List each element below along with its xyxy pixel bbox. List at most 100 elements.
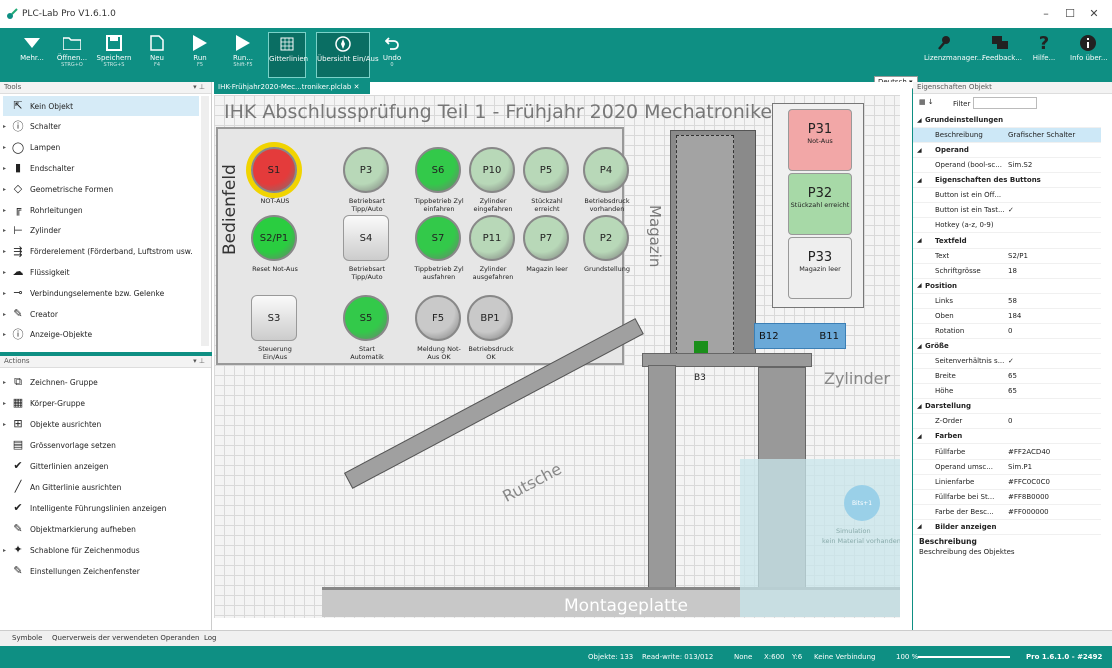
new-button[interactable]: Neu F4 [140,32,174,78]
expand-icon[interactable]: ▸ [3,144,11,151]
action-item[interactable]: ▸ ⧉ Zeichnen- Gruppe [3,372,199,392]
action-item[interactable]: ╱ An Gitterlinie ausrichten [3,477,199,497]
expand-icon[interactable]: ▸ [3,186,11,193]
action-item[interactable]: ▸ ▦ Körper-Gruppe [3,393,199,413]
info-button[interactable]: Info über... [1070,32,1108,78]
tool-item[interactable]: ▸ ⇶ Förderelement (Förderband, Luftstrom u… [3,242,199,262]
tools-scrollbar[interactable] [201,96,209,346]
panel-button-P2[interactable]: P2 [583,215,629,261]
action-item[interactable]: ▸ ✦ Schablone für Zeichenmodus [3,540,199,560]
panel-button-S7[interactable]: S7 [415,215,461,261]
tool-item[interactable]: ▸ ⊸ Verbindungselemente bzw. Gelenke [3,283,199,303]
tool-item[interactable]: ▸ ╔ Rohrleitungen [3,200,199,220]
property-row[interactable]: ◢ Darstellung [913,399,1101,415]
property-row[interactable]: ◢ Bilder anzeigen [913,520,1101,535]
panel-button-P5[interactable]: P5 [523,147,569,193]
tool-item[interactable]: ⇱ Kein Objekt [3,96,199,116]
property-row[interactable]: ◢ Textfeld [913,234,1101,249]
run-button[interactable]: Run F5 [184,32,216,78]
property-row[interactable]: ◢ Größe [913,339,1101,355]
expand-icon[interactable]: ▸ [3,331,11,338]
panel-button-S1[interactable]: S1 [251,147,297,193]
property-row[interactable]: Seitenverhältnis s... ✓ [913,354,1101,370]
run-dialog-button[interactable]: Run... Shift-F5 [226,32,260,78]
tab-querverweis[interactable]: Querverweis der verwendeten Operanden [52,634,199,642]
property-row[interactable]: Operand umsc... Sim.P1 [913,460,1101,475]
drawing-canvas[interactable]: IHK Abschlussprüfung Teil 1 - Frühjahr 2… [214,95,900,618]
tool-item[interactable]: ▸ ⊢ Zylinder [3,221,199,241]
expand-icon[interactable]: ▸ [3,248,11,255]
maximize-icon[interactable]: ☐ [1064,8,1076,20]
tool-item[interactable]: ▸ ✎ Creator [3,304,199,324]
panel-button-BP1[interactable]: BP1 [467,295,513,341]
gridlines-toggle[interactable]: Gitterlinien [268,32,308,78]
action-item[interactable]: ✔ Gitterlinien anzeigen [3,456,199,476]
close-icon[interactable]: ✕ [1088,8,1100,20]
panel-button-P3[interactable]: P3 [343,147,389,193]
property-row[interactable]: ◢ Eigenschaften des Buttons [913,173,1101,189]
property-row[interactable]: Farbe der Besc... #FF000000 [913,505,1101,520]
expand-icon[interactable]: ▸ [3,123,11,130]
property-row[interactable]: Linienfarbe #FFC0C0C0 [913,475,1101,490]
tab-symbole[interactable]: Symbole [12,634,42,642]
expand-icon[interactable]: ▸ [3,207,11,214]
property-row[interactable]: Schriftgrösse 18 [913,264,1101,279]
pin-icon[interactable]: ▾ ⊥ [193,357,205,365]
property-row[interactable]: Rotation 0 [913,324,1101,339]
property-row[interactable]: ◢ Grundeinstellungen [913,113,1101,128]
property-row[interactable]: ◢ Farben [913,429,1101,445]
feedback-button[interactable]: Feedback... [982,32,1022,78]
save-button[interactable]: Speichern STRG+S [96,32,132,78]
panel-button-P4[interactable]: P4 [583,147,629,193]
property-row[interactable]: Links 58 [913,294,1101,309]
sim-button[interactable]: Bits+1 [844,485,880,521]
action-item[interactable]: ✔ Intelligente Führungslinien anzeigen [3,498,199,518]
property-row[interactable]: Button ist ein Tast... ✓ [913,203,1101,219]
property-row[interactable]: Hotkey (a-z, 0-9) [913,218,1101,234]
property-row[interactable]: Oben 184 [913,309,1101,324]
property-row[interactable]: Operand (bool-sc... Sim.S2 [913,158,1101,174]
sort-icon[interactable]: ▦ ↓ [919,98,934,106]
expand-icon[interactable]: ▸ [3,269,11,276]
open-button[interactable]: Öffnen... STRG+O [54,32,90,78]
panel-button-S3[interactable]: S3 [251,295,297,341]
property-row[interactable]: ◢ Operand [913,143,1101,159]
property-row[interactable]: Button ist ein Öff... [913,188,1101,204]
undo-button[interactable]: Undo 0 [378,32,406,78]
tool-item[interactable]: ▸ ⓘ Anzeige-Objekte [3,325,199,345]
document-tab[interactable]: IHK-Frühjahr2020-Mec...troniker.plclab ✕ [214,82,370,94]
action-item[interactable]: ▸ ⊞ Objekte ausrichten [3,414,199,434]
tool-item[interactable]: ▸ ▮ Endschalter [3,158,199,178]
tool-item[interactable]: ▸ ⓘ Schalter [3,117,199,137]
property-row[interactable]: Füllfarbe bei St... #FF8B0000 [913,490,1101,505]
expand-icon[interactable]: ▸ [3,311,11,318]
panel-button-P10[interactable]: P10 [469,147,515,193]
panel-button-P7[interactable]: P7 [523,215,569,261]
panel-button-S4[interactable]: S4 [343,215,389,261]
license-button[interactable]: Lizenzmanager... [924,32,983,78]
filter-input[interactable] [973,97,1037,109]
property-row[interactable]: Text S2/P1 [913,249,1101,264]
overview-toggle[interactable]: Übersicht Ein/Aus [316,32,379,78]
action-item[interactable]: ▤ Grössenvorlage setzen [3,435,199,455]
tool-item[interactable]: ▸ ◯ Lampen [3,138,199,158]
expand-icon[interactable]: ▸ [3,227,11,234]
panel-button-P11[interactable]: P11 [469,215,515,261]
panel-button-S2-P1[interactable]: S2/P1 [251,215,297,261]
action-item[interactable]: ✎ Einstellungen Zeichenfenster [3,561,199,581]
tool-item[interactable]: ▸ ☁ Flüssigkeit [3,262,199,282]
panel-button-S5[interactable]: S5 [343,295,389,341]
mehr-button[interactable]: Mehr... [14,32,50,78]
property-row[interactable]: Z-Order 0 [913,414,1101,430]
tool-item[interactable]: ▸ ◇ Geometrische Formen [3,179,199,199]
pin-icon[interactable]: ▾ ⊥ [193,83,205,91]
action-item[interactable]: ✎ Objektmarkierung aufheben [3,519,199,539]
panel-button-F5[interactable]: F5 [415,295,461,341]
property-row[interactable]: Beschreibung Grafischer Schalter [913,128,1101,144]
expand-icon[interactable]: ▸ [3,165,11,172]
help-button[interactable]: ? Hilfe... [1030,32,1058,78]
expand-icon[interactable]: ▸ [3,290,11,297]
property-row[interactable]: Breite 65 [913,369,1101,385]
tab-log[interactable]: Log [204,634,217,642]
zoom-slider[interactable] [918,656,1010,658]
